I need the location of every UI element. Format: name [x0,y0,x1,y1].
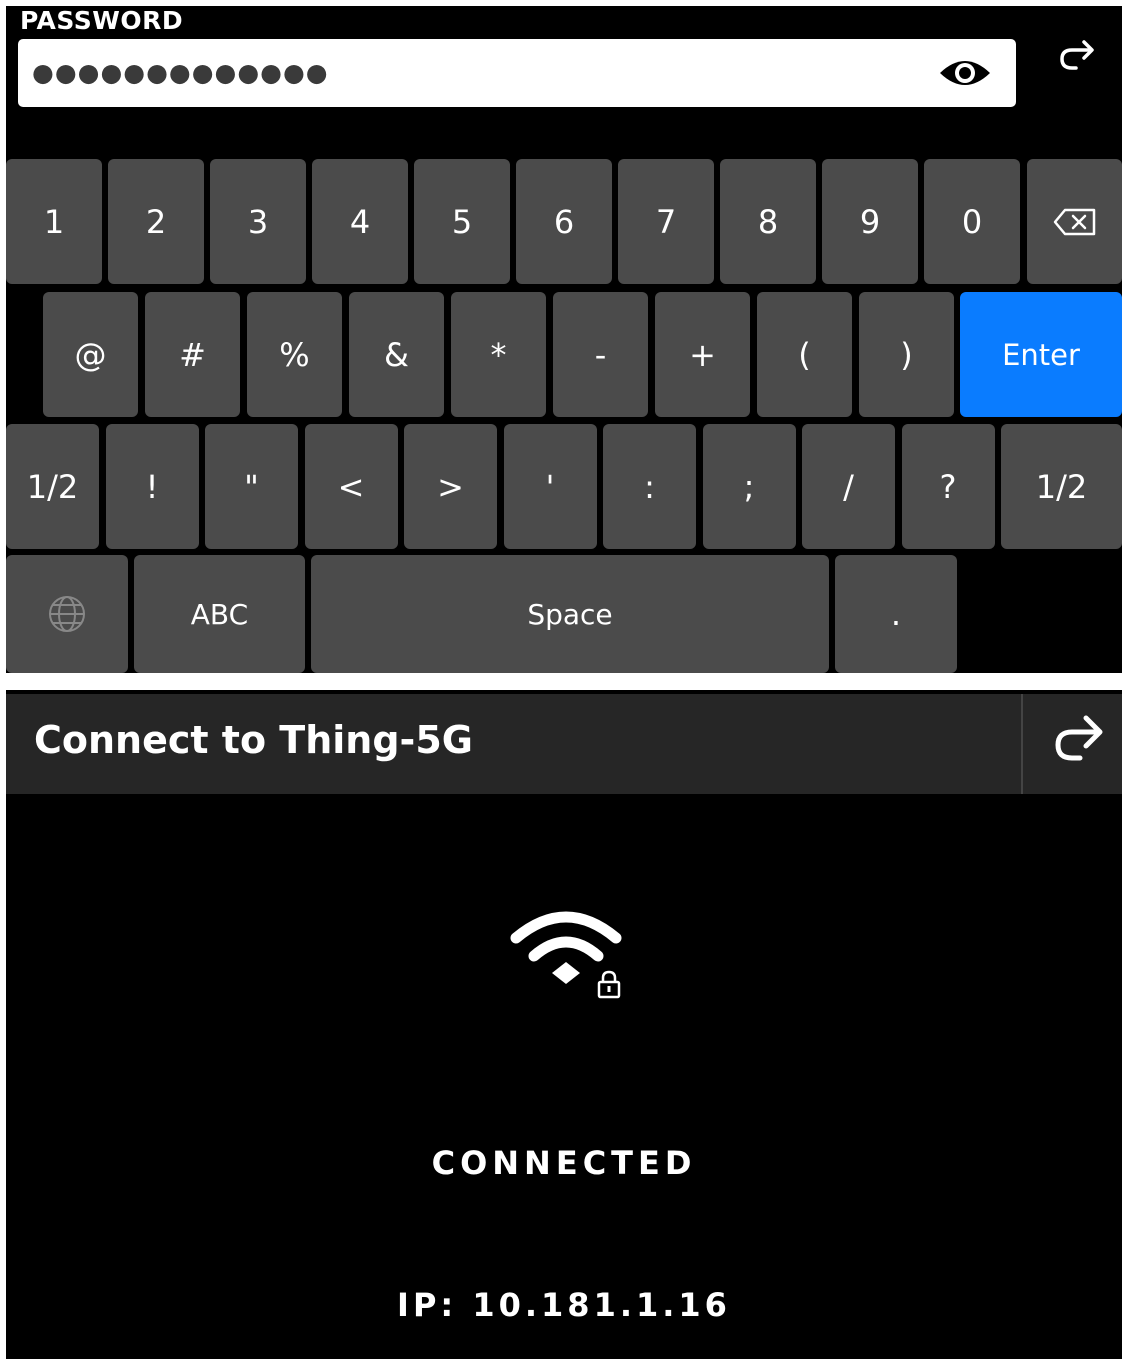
key-colon[interactable]: : [603,424,696,549]
password-label: PASSWORD [20,6,184,35]
key-exclamation[interactable]: ! [105,424,199,549]
eye-icon[interactable] [936,53,994,93]
key-0[interactable]: 0 [924,159,1020,284]
globe-key[interactable] [6,555,128,673]
enter-key[interactable]: Enter [960,292,1122,417]
globe-icon [49,596,85,632]
key-7[interactable]: 7 [618,159,714,284]
key-ampersand[interactable]: & [349,292,444,417]
key-slash[interactable]: / [802,424,895,549]
forward-arrow-icon[interactable] [1054,32,1098,76]
key-asterisk[interactable]: * [451,292,546,417]
password-field[interactable]: ●●●●●●●●●●●●● [18,39,1016,107]
key-hash[interactable]: # [145,292,240,417]
connection-status: CONNECTED [431,1144,697,1182]
page-title: Connect to Thing-5G [34,718,473,762]
period-key[interactable]: . [835,555,957,673]
abc-key[interactable]: ABC [134,555,305,673]
ip-address: IP: 10.181.1.16 [397,1286,731,1324]
space-key[interactable]: Space [311,555,829,673]
backspace-key[interactable] [1027,159,1122,284]
header-bar: Connect to Thing-5G [6,694,1122,794]
key-open-paren[interactable]: ( [757,292,852,417]
keyboard-screen: PASSWORD ●●●●●●●●●●●●● 1 2 3 4 5 6 7 8 9 0 @ #% & * - +… [6,6,1122,673]
key-8[interactable]: 8 [720,159,816,284]
key-4[interactable]: 4 [312,159,408,284]
key-minus[interactable]: - [553,292,648,417]
key-double-quote[interactable]: " [205,424,298,549]
key-1[interactable]: 1 [6,159,102,284]
key-less-than[interactable]: < [304,424,398,549]
key-at[interactable]: @ [43,292,138,417]
key-close-paren[interactable]: ) [859,292,954,417]
backspace-icon [1053,208,1095,235]
key-half-right[interactable]: 1/2 [1001,424,1122,549]
key-5[interactable]: 5 [414,159,510,284]
wifi-locked-icon [510,911,622,999]
key-half-left[interactable]: 1/2 [6,424,99,549]
key-percent[interactable]: % [247,292,342,417]
key-9[interactable]: 9 [822,159,918,284]
key-plus[interactable]: + [655,292,750,417]
key-3[interactable]: 3 [210,159,306,284]
key-question[interactable]: ? [901,424,995,549]
connect-screen: Connect to Thing-5G CONNECTED IP: 10.181… [6,690,1122,1359]
key-apostrophe[interactable]: ' [503,424,597,549]
key-2[interactable]: 2 [108,159,204,284]
header-divider [1021,694,1023,794]
forward-arrow-icon[interactable] [1046,712,1110,768]
key-greater-than[interactable]: > [404,424,497,549]
key-6[interactable]: 6 [516,159,612,284]
key-semicolon[interactable]: ; [702,424,796,549]
password-value: ●●●●●●●●●●●●● [32,58,329,87]
